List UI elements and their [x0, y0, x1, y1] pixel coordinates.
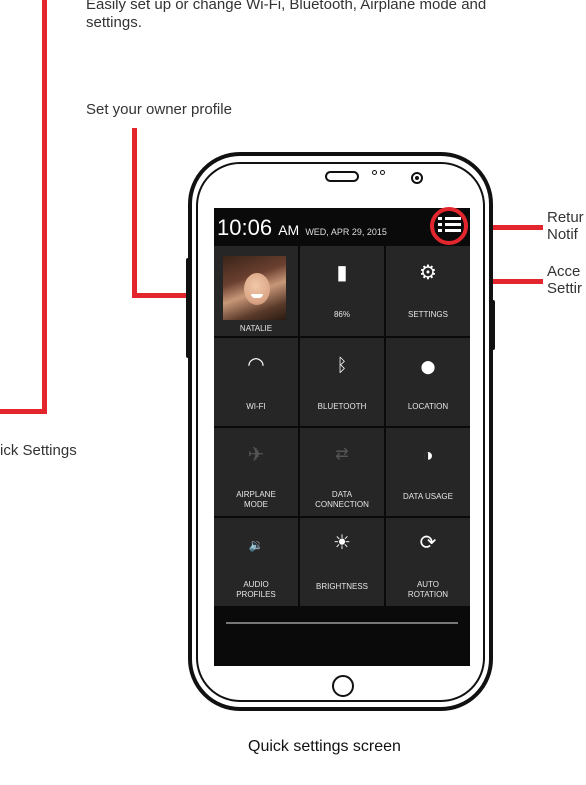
- sensor-dot: [380, 170, 385, 175]
- clock-date: WED, APR 29, 2015: [305, 227, 387, 237]
- clock-ampm: AM: [278, 222, 300, 238]
- data-usage-icon: ◑: [422, 445, 434, 465]
- phone-screen: 10:06 AM WED, APR 29, 2015 NATALIE ▮ 86%…: [214, 208, 470, 666]
- screen-caption: Quick settings screen: [248, 738, 401, 755]
- tile-label: 86%: [333, 310, 350, 319]
- tile-auto-rotation[interactable]: ⟳ AUTO ROTATION: [386, 518, 470, 606]
- access-settings-line-2: Settir: [547, 280, 583, 297]
- callout-line-profile-vertical: [132, 128, 137, 298]
- data-connection-icon: ⇄: [335, 446, 349, 463]
- auto-rotation-icon: ⟳: [419, 532, 437, 554]
- front-camera: [411, 172, 423, 184]
- gear-icon: ⚙: [419, 262, 437, 284]
- tile-wifi[interactable]: ◠ WI-FI: [214, 338, 298, 426]
- quick-settings-caption: ick Settings: [0, 442, 77, 459]
- sensor-dot: [372, 170, 377, 175]
- wifi-icon: ◠: [247, 354, 265, 376]
- bluetooth-icon: ᛒ: [336, 355, 348, 375]
- tile-location[interactable]: ⬤ LOCATION: [386, 338, 470, 426]
- tile-owner-profile[interactable]: NATALIE: [214, 246, 298, 336]
- home-button[interactable]: [332, 675, 354, 697]
- tile-label: SETTINGS: [407, 310, 448, 319]
- return-notifications-line-2: Notif: [547, 226, 578, 243]
- earpiece-speaker: [325, 171, 359, 182]
- audio-profiles-icon: 🔉: [248, 538, 264, 552]
- clock-time: 10:06: [217, 215, 273, 240]
- side-button-left: [186, 258, 191, 358]
- location-pin-icon: ⬤: [420, 359, 436, 374]
- tile-data-usage[interactable]: ◑ DATA USAGE: [386, 428, 470, 516]
- tile-data-connection[interactable]: ⇄ DATA CONNECTION: [300, 428, 384, 516]
- battery-icon: ▮: [336, 262, 348, 284]
- tile-bluetooth[interactable]: ᛒ BLUETOOTH: [300, 338, 384, 426]
- tile-label: WI-FI: [246, 402, 266, 411]
- callout-line-left-vertical: [42, 0, 47, 414]
- owner-profile-caption: Set your owner profile: [86, 101, 232, 118]
- tile-label: NATALIE: [239, 324, 273, 333]
- brightness-icon: ☀: [333, 532, 351, 554]
- tile-audio-profiles[interactable]: 🔉 AUDIO PROFILES: [214, 518, 298, 606]
- callout-ring-highlight: [430, 207, 468, 245]
- tile-settings[interactable]: ⚙ SETTINGS: [386, 246, 470, 336]
- return-notifications-line-1: Retur: [547, 209, 584, 226]
- description-line-2: settings.: [86, 14, 142, 31]
- airplane-icon: ✈: [247, 444, 265, 466]
- drag-handle[interactable]: [226, 622, 458, 624]
- description-line-1: Easily set up or change Wi-Fi, Bluetooth…: [86, 0, 487, 13]
- tile-label: AUTO ROTATION: [407, 580, 449, 599]
- avatar: [223, 256, 286, 320]
- callout-line-left-horizontal: [0, 409, 47, 414]
- callout-line-return: [488, 225, 543, 230]
- tile-label: BLUETOOTH: [317, 402, 367, 411]
- clock: 10:06 AM WED, APR 29, 2015: [217, 216, 387, 244]
- tile-brightness[interactable]: ☀ BRIGHTNESS: [300, 518, 384, 606]
- access-settings-line-1: Acce: [547, 263, 581, 280]
- tile-label: DATA USAGE: [403, 492, 453, 501]
- side-button-right: [490, 300, 495, 350]
- tile-label: DATA CONNECTION: [315, 490, 369, 509]
- tile-battery[interactable]: ▮ 86%: [300, 246, 384, 336]
- tile-label: AIRPLANE MODE: [236, 490, 276, 509]
- tile-label: LOCATION: [407, 402, 449, 411]
- tile-airplane-mode[interactable]: ✈ AIRPLANE MODE: [214, 428, 298, 516]
- tile-label: BRIGHTNESS: [315, 582, 368, 591]
- tile-label: AUDIO PROFILES: [236, 580, 276, 599]
